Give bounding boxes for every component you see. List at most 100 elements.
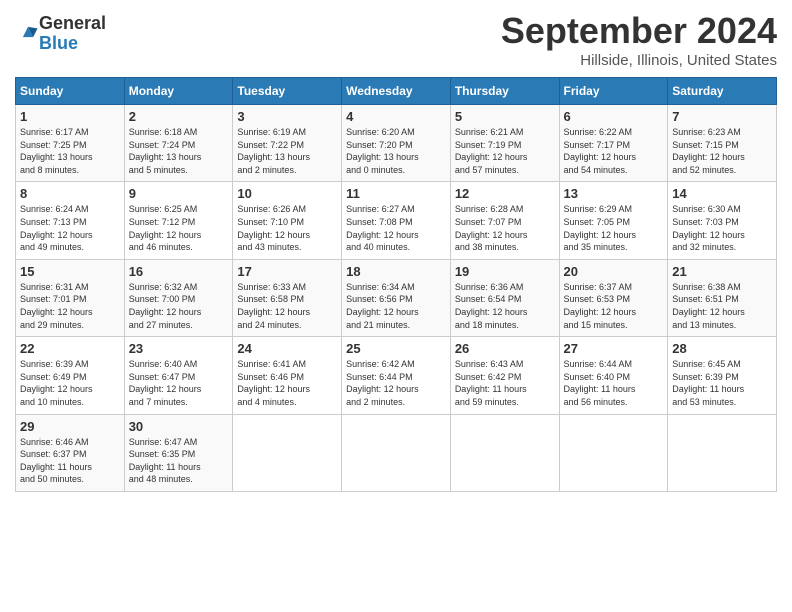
- day-info: Sunrise: 6:34 AM Sunset: 6:56 PM Dayligh…: [346, 281, 446, 331]
- day-info: Sunrise: 6:19 AM Sunset: 7:22 PM Dayligh…: [237, 126, 337, 176]
- day-info: Sunrise: 6:30 AM Sunset: 7:03 PM Dayligh…: [672, 203, 772, 253]
- day-info: Sunrise: 6:39 AM Sunset: 6:49 PM Dayligh…: [20, 358, 120, 408]
- calendar-cell: 6Sunrise: 6:22 AM Sunset: 7:17 PM Daylig…: [559, 105, 668, 182]
- day-number: 28: [672, 341, 772, 356]
- col-header-monday: Monday: [124, 78, 233, 105]
- day-info: Sunrise: 6:37 AM Sunset: 6:53 PM Dayligh…: [564, 281, 664, 331]
- day-number: 25: [346, 341, 446, 356]
- day-number: 23: [129, 341, 229, 356]
- day-info: Sunrise: 6:18 AM Sunset: 7:24 PM Dayligh…: [129, 126, 229, 176]
- day-info: Sunrise: 6:45 AM Sunset: 6:39 PM Dayligh…: [672, 358, 772, 408]
- day-number: 19: [455, 264, 555, 279]
- title-area: September 2024 Hillside, Illinois, Unite…: [501, 10, 777, 69]
- day-number: 8: [20, 186, 120, 201]
- day-info: Sunrise: 6:26 AM Sunset: 7:10 PM Dayligh…: [237, 203, 337, 253]
- month-title: September 2024: [501, 10, 777, 52]
- calendar-cell: 19 Sunrise: 6:36 AM Sunset: 6:54 PM Dayli…: [450, 259, 559, 336]
- day-info: Sunrise: 6:42 AM Sunset: 6:44 PM Dayligh…: [346, 358, 446, 408]
- day-number: 18: [346, 264, 446, 279]
- calendar-cell: 1Sunrise: 6:17 AM Sunset: 7:25 PM Daylig…: [16, 105, 125, 182]
- day-info: Sunrise: 6:20 AM Sunset: 7:20 PM Dayligh…: [346, 126, 446, 176]
- calendar-week-row: 15 Sunrise: 6:31 AM Sunset: 7:01 PM Dayli…: [16, 259, 777, 336]
- calendar-cell: 21 Sunrise: 6:38 AM Sunset: 6:51 PM Dayli…: [668, 259, 777, 336]
- day-number: 21: [672, 264, 772, 279]
- calendar-cell: 13 Sunrise: 6:29 AM Sunset: 7:05 PM Dayli…: [559, 182, 668, 259]
- calendar-cell: 29 Sunrise: 6:46 AM Sunset: 6:37 PM Dayli…: [16, 414, 125, 491]
- col-header-wednesday: Wednesday: [342, 78, 451, 105]
- day-number: 12: [455, 186, 555, 201]
- day-number: 17: [237, 264, 337, 279]
- day-info: Sunrise: 6:33 AM Sunset: 6:58 PM Dayligh…: [237, 281, 337, 331]
- logo-general-text: General: [39, 14, 106, 34]
- day-info: Sunrise: 6:32 AM Sunset: 7:00 PM Dayligh…: [129, 281, 229, 331]
- calendar-cell: 22 Sunrise: 6:39 AM Sunset: 6:49 PM Dayli…: [16, 337, 125, 414]
- day-number: 11: [346, 186, 446, 201]
- calendar-cell: 20Sunrise: 6:37 AM Sunset: 6:53 PM Dayli…: [559, 259, 668, 336]
- day-info: Sunrise: 6:46 AM Sunset: 6:37 PM Dayligh…: [20, 436, 120, 486]
- calendar-cell: 11 Sunrise: 6:27 AM Sunset: 7:08 PM Dayli…: [342, 182, 451, 259]
- calendar-week-row: 22 Sunrise: 6:39 AM Sunset: 6:49 PM Dayli…: [16, 337, 777, 414]
- calendar-cell: 24 Sunrise: 6:41 AM Sunset: 6:46 PM Dayli…: [233, 337, 342, 414]
- location-title: Hillside, Illinois, United States: [501, 52, 777, 69]
- calendar-cell: 18 Sunrise: 6:34 AM Sunset: 6:56 PM Dayli…: [342, 259, 451, 336]
- day-info: Sunrise: 6:44 AM Sunset: 6:40 PM Dayligh…: [564, 358, 664, 408]
- calendar-cell: 5Sunrise: 6:21 AM Sunset: 7:19 PM Daylig…: [450, 105, 559, 182]
- logo-icon: [17, 21, 39, 43]
- day-number: 4: [346, 109, 446, 124]
- day-number: 22: [20, 341, 120, 356]
- col-header-sunday: Sunday: [16, 78, 125, 105]
- calendar-cell: [233, 414, 342, 491]
- day-number: 14: [672, 186, 772, 201]
- calendar-cell: 27 Sunrise: 6:44 AM Sunset: 6:40 PM Dayli…: [559, 337, 668, 414]
- day-number: 13: [564, 186, 664, 201]
- day-number: 15: [20, 264, 120, 279]
- day-number: 30: [129, 419, 229, 434]
- calendar-cell: 23 Sunrise: 6:40 AM Sunset: 6:47 PM Dayli…: [124, 337, 233, 414]
- day-number: 16: [129, 264, 229, 279]
- calendar-table: SundayMondayTuesdayWednesdayThursdayFrid…: [15, 77, 777, 492]
- day-info: Sunrise: 6:41 AM Sunset: 6:46 PM Dayligh…: [237, 358, 337, 408]
- calendar-cell: 26 Sunrise: 6:43 AM Sunset: 6:42 PM Dayli…: [450, 337, 559, 414]
- day-info: Sunrise: 6:27 AM Sunset: 7:08 PM Dayligh…: [346, 203, 446, 253]
- day-info: Sunrise: 6:38 AM Sunset: 6:51 PM Dayligh…: [672, 281, 772, 331]
- calendar-cell: [559, 414, 668, 491]
- day-number: 7: [672, 109, 772, 124]
- day-number: 27: [564, 341, 664, 356]
- col-header-tuesday: Tuesday: [233, 78, 342, 105]
- day-info: Sunrise: 6:31 AM Sunset: 7:01 PM Dayligh…: [20, 281, 120, 331]
- calendar-cell: 9 Sunrise: 6:25 AM Sunset: 7:12 PM Daylig…: [124, 182, 233, 259]
- day-number: 3: [237, 109, 337, 124]
- calendar-cell: 28 Sunrise: 6:45 AM Sunset: 6:39 PM Dayli…: [668, 337, 777, 414]
- day-info: Sunrise: 6:40 AM Sunset: 6:47 PM Dayligh…: [129, 358, 229, 408]
- calendar-week-row: 8Sunrise: 6:24 AM Sunset: 7:13 PM Daylig…: [16, 182, 777, 259]
- day-info: Sunrise: 6:28 AM Sunset: 7:07 PM Dayligh…: [455, 203, 555, 253]
- day-number: 29: [20, 419, 120, 434]
- day-number: 9: [129, 186, 229, 201]
- calendar-cell: 14 Sunrise: 6:30 AM Sunset: 7:03 PM Dayli…: [668, 182, 777, 259]
- calendar-cell: 3 Sunrise: 6:19 AM Sunset: 7:22 PM Daylig…: [233, 105, 342, 182]
- calendar-cell: 16 Sunrise: 6:32 AM Sunset: 7:00 PM Dayli…: [124, 259, 233, 336]
- day-number: 26: [455, 341, 555, 356]
- day-info: Sunrise: 6:25 AM Sunset: 7:12 PM Dayligh…: [129, 203, 229, 253]
- calendar-header-row: SundayMondayTuesdayWednesdayThursdayFrid…: [16, 78, 777, 105]
- day-number: 5: [455, 109, 555, 124]
- day-info: Sunrise: 6:23 AM Sunset: 7:15 PM Dayligh…: [672, 126, 772, 176]
- calendar-cell: 12 Sunrise: 6:28 AM Sunset: 7:07 PM Dayli…: [450, 182, 559, 259]
- calendar-cell: 7 Sunrise: 6:23 AM Sunset: 7:15 PM Daylig…: [668, 105, 777, 182]
- calendar-cell: 30Sunrise: 6:47 AM Sunset: 6:35 PM Dayli…: [124, 414, 233, 491]
- day-info: Sunrise: 6:36 AM Sunset: 6:54 PM Dayligh…: [455, 281, 555, 331]
- col-header-thursday: Thursday: [450, 78, 559, 105]
- logo-blue-text: Blue: [39, 34, 106, 54]
- calendar-cell: 2Sunrise: 6:18 AM Sunset: 7:24 PM Daylig…: [124, 105, 233, 182]
- calendar-cell: [342, 414, 451, 491]
- day-info: Sunrise: 6:29 AM Sunset: 7:05 PM Dayligh…: [564, 203, 664, 253]
- col-header-saturday: Saturday: [668, 78, 777, 105]
- day-number: 24: [237, 341, 337, 356]
- calendar-cell: 8Sunrise: 6:24 AM Sunset: 7:13 PM Daylig…: [16, 182, 125, 259]
- day-info: Sunrise: 6:43 AM Sunset: 6:42 PM Dayligh…: [455, 358, 555, 408]
- calendar-cell: 15 Sunrise: 6:31 AM Sunset: 7:01 PM Dayli…: [16, 259, 125, 336]
- calendar-cell: 4 Sunrise: 6:20 AM Sunset: 7:20 PM Daylig…: [342, 105, 451, 182]
- calendar-cell: [668, 414, 777, 491]
- day-number: 1: [20, 109, 120, 124]
- calendar-cell: 17 Sunrise: 6:33 AM Sunset: 6:58 PM Dayli…: [233, 259, 342, 336]
